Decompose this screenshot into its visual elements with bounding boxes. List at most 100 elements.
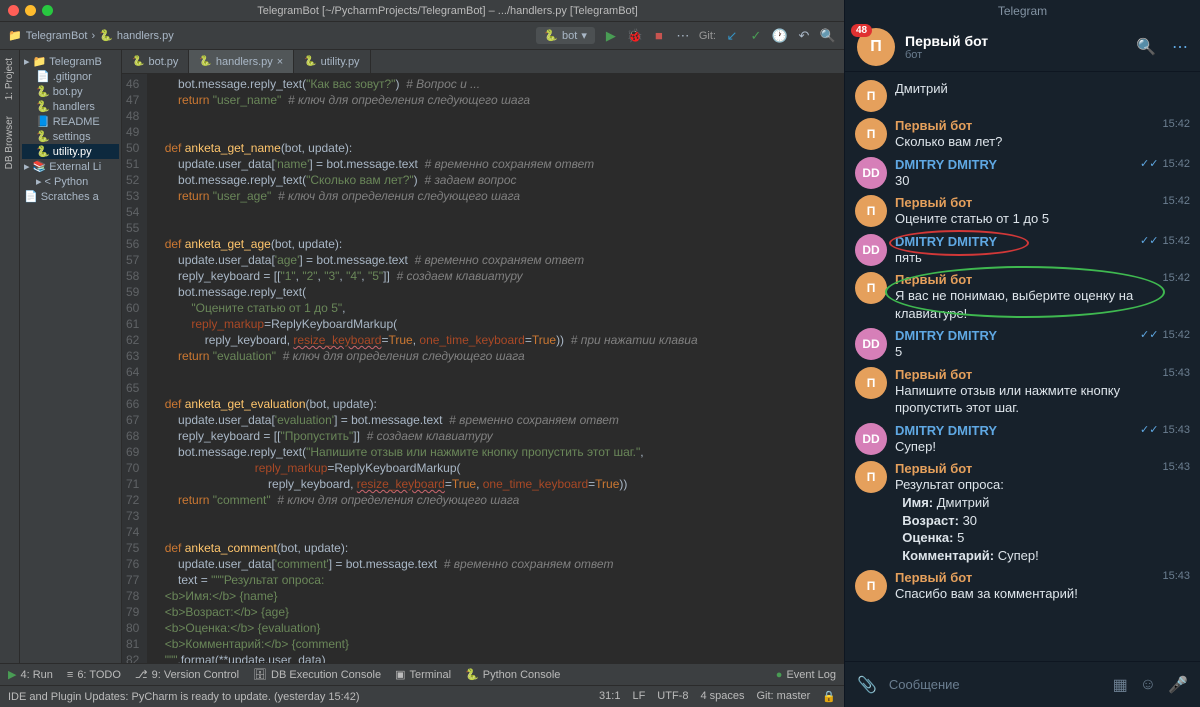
- tab-botpy[interactable]: 🐍bot.py: [122, 50, 189, 73]
- message[interactable]: ППервый ботРезультат опроса: Имя: Дмитри…: [855, 461, 1190, 564]
- message[interactable]: ППервый ботСколько вам лет?15:42: [855, 118, 1190, 151]
- code-body[interactable]: bot.message.reply_text("Как вас зовут?")…: [147, 74, 844, 663]
- indent[interactable]: 4 spaces: [700, 690, 744, 703]
- tree-item[interactable]: ▸ < Python: [22, 174, 119, 189]
- chat-name[interactable]: Первый бот: [905, 33, 988, 49]
- tab-vcs[interactable]: ⎇ 9: Version Control: [135, 668, 239, 681]
- stop-icon[interactable]: ■: [651, 28, 667, 44]
- breadcrumb-root[interactable]: TelegramBot: [26, 30, 88, 42]
- msg-time: ✓✓15:42: [1140, 328, 1190, 361]
- message[interactable]: ППервый ботОцените статью от 1 до 515:42: [855, 195, 1190, 228]
- msg-time: 15:42: [1162, 195, 1190, 228]
- breadcrumb-file[interactable]: handlers.py: [117, 30, 174, 42]
- close-icon[interactable]: [8, 5, 19, 16]
- revert-icon[interactable]: ↶: [796, 28, 812, 44]
- msg-avatar: П: [855, 461, 887, 493]
- minimize-icon[interactable]: [25, 5, 36, 16]
- msg-time: 15:43: [1162, 461, 1190, 564]
- message[interactable]: DDDMITRY DMITRYпять✓✓15:42: [855, 234, 1190, 267]
- tree-root[interactable]: ▸ 📁 TelegramB: [22, 54, 119, 69]
- tab-terminal[interactable]: ▣ Terminal: [395, 668, 451, 681]
- statusbar: IDE and Plugin Updates: PyCharm is ready…: [0, 685, 844, 707]
- tree-item[interactable]: 🐍 settings: [22, 129, 119, 144]
- run-config-select[interactable]: 🐍bot▾: [536, 27, 595, 44]
- attach-icon[interactable]: 📎: [857, 675, 877, 695]
- msg-text: Напишите отзыв или нажмите кнопку пропус…: [895, 382, 1154, 417]
- encoding[interactable]: UTF-8: [657, 690, 688, 703]
- msg-avatar: П: [855, 195, 887, 227]
- line-gutter: 4647484950515253545556575859606162636465…: [122, 74, 147, 663]
- project-tree: ▸ 📁 TelegramB 📄 .gitignor 🐍 bot.py 🐍 han…: [20, 50, 122, 663]
- message[interactable]: ППервый ботСпасибо вам за комментарий!15…: [855, 570, 1190, 603]
- python-icon: 🐍: [99, 29, 113, 42]
- tg-header: 48 П Первый бот бот 🔍 ⋯: [845, 22, 1200, 72]
- tree-item[interactable]: 📘 README: [22, 114, 119, 129]
- debug-icon[interactable]: 🐞: [627, 28, 643, 44]
- more-icon[interactable]: ⋯: [1172, 37, 1188, 57]
- message[interactable]: DDDMITRY DMITRY30✓✓15:42: [855, 157, 1190, 190]
- tree-scratches[interactable]: 📄 Scratches a: [22, 189, 119, 204]
- event-log[interactable]: ● Event Log: [776, 669, 836, 681]
- window-title: TelegramBot [~/PycharmProjects/TelegramB…: [59, 5, 836, 17]
- unread-badge: 48: [851, 24, 872, 37]
- tree-item[interactable]: 🐍 bot.py: [22, 84, 119, 99]
- lock-icon[interactable]: 🔒: [822, 690, 836, 703]
- tab-todo[interactable]: ≡ 6: TODO: [67, 669, 121, 681]
- side-tab-project[interactable]: 1: Project: [2, 50, 17, 108]
- msg-avatar: DD: [855, 423, 887, 455]
- tab-pyconsole[interactable]: 🐍 Python Console: [465, 668, 560, 681]
- tab-db-console[interactable]: 🗄 DB Execution Console: [253, 668, 381, 681]
- message[interactable]: DDDMITRY DMITRY5✓✓15:42: [855, 328, 1190, 361]
- message[interactable]: ПДмитрий: [855, 80, 1190, 112]
- tree-external[interactable]: ▸ 📚 External Li: [22, 159, 119, 174]
- line-separator[interactable]: LF: [632, 690, 645, 703]
- message-input[interactable]: Сообщение: [889, 677, 1101, 692]
- commit-icon[interactable]: ✓: [748, 28, 764, 44]
- message[interactable]: ППервый ботЯ вас не понимаю, выберите оц…: [855, 272, 1190, 322]
- search-icon[interactable]: 🔍: [820, 28, 836, 44]
- code-editor[interactable]: 4647484950515253545556575859606162636465…: [122, 74, 844, 663]
- maximize-icon[interactable]: [42, 5, 53, 16]
- tg-title: Telegram: [845, 0, 1200, 22]
- tree-item[interactable]: 🐍 handlers: [22, 99, 119, 114]
- telegram-window: Telegram 48 П Первый бот бот 🔍 ⋯ ПДмитри…: [844, 0, 1200, 707]
- emoji-icon[interactable]: ☺: [1140, 676, 1156, 694]
- msg-text: Супер!: [895, 438, 1132, 456]
- msg-text: Дмитрий: [895, 80, 1182, 98]
- message[interactable]: ППервый ботНапишите отзыв или нажмите кн…: [855, 367, 1190, 417]
- status-message: IDE and Plugin Updates: PyCharm is ready…: [8, 691, 360, 703]
- msg-text: Я вас не понимаю, выберите оценку на кла…: [895, 287, 1154, 322]
- folder-icon: 📁: [8, 29, 22, 42]
- tree-item-selected[interactable]: 🐍 utility.py: [22, 144, 119, 159]
- tree-item[interactable]: 📄 .gitignor: [22, 69, 119, 84]
- update-icon[interactable]: ↙: [724, 28, 740, 44]
- voice-icon[interactable]: 🎤: [1168, 675, 1188, 695]
- caret-position[interactable]: 31:1: [599, 690, 620, 703]
- tab-utility[interactable]: 🐍utility.py: [294, 50, 370, 73]
- history-icon[interactable]: 🕐: [772, 28, 788, 44]
- titlebar: TelegramBot [~/PycharmProjects/TelegramB…: [0, 0, 844, 22]
- msg-text: 5: [895, 343, 1132, 361]
- side-tab-db[interactable]: DB Browser: [2, 108, 17, 177]
- msg-time: 15:43: [1162, 367, 1190, 417]
- message[interactable]: DDDMITRY DMITRYСупер!✓✓15:43: [855, 423, 1190, 456]
- msg-sender: Первый бот: [895, 461, 1154, 476]
- search-icon[interactable]: 🔍: [1136, 37, 1156, 57]
- git-branch[interactable]: Git: master: [757, 690, 811, 703]
- breadcrumb: 📁 TelegramBot › 🐍 handlers.py: [8, 29, 174, 42]
- msg-time: 15:42: [1162, 272, 1190, 322]
- msg-sender: DMITRY DMITRY: [895, 328, 1132, 343]
- msg-avatar: П: [855, 118, 887, 150]
- tab-handlers[interactable]: 🐍handlers.py ×: [189, 50, 294, 73]
- msg-time: 15:42: [1162, 118, 1190, 151]
- messages-list[interactable]: ПДмитрийППервый ботСколько вам лет?15:42…: [845, 72, 1200, 661]
- sticker-icon[interactable]: ▦: [1113, 675, 1128, 695]
- play-icon[interactable]: ▶: [603, 28, 619, 44]
- chat-avatar[interactable]: 48 П: [857, 28, 895, 66]
- msg-avatar: П: [855, 272, 887, 304]
- tab-run[interactable]: ▶4: Run: [8, 668, 53, 681]
- more-icon[interactable]: ⋯: [675, 28, 691, 44]
- msg-sender: Первый бот: [895, 367, 1154, 382]
- msg-sender: DMITRY DMITRY: [895, 157, 1132, 172]
- msg-time: ✓✓15:43: [1140, 423, 1190, 456]
